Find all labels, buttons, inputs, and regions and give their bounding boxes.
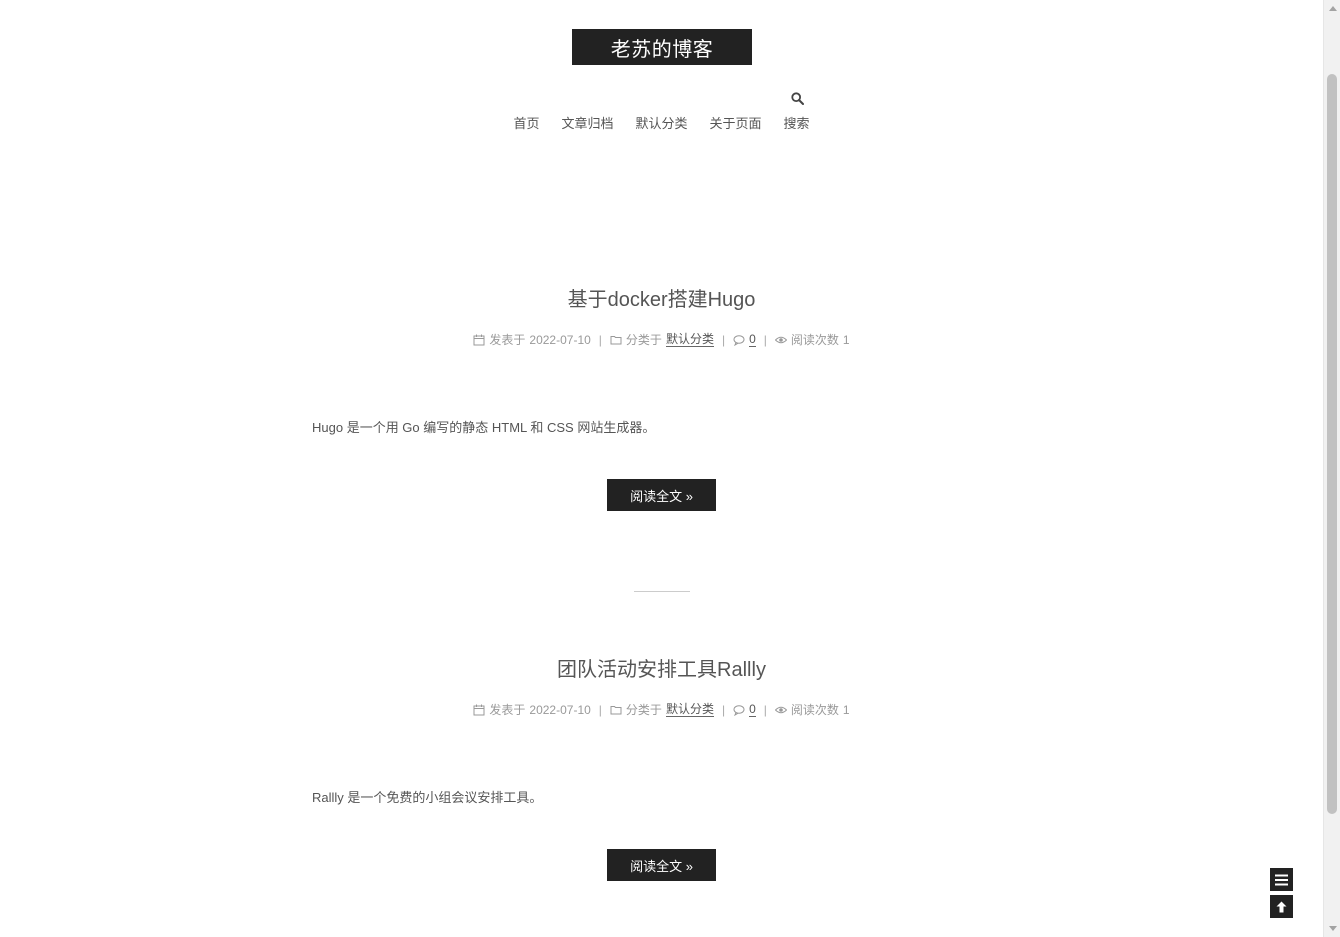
meta-divider: | [721,332,726,347]
post-title[interactable]: 基于docker搭建Hugo [0,283,1323,312]
views-label: 阅读次数 [790,703,839,717]
site-title-text: 老苏的博客 [610,38,714,61]
post-views: 阅读次数 1 [774,331,850,348]
nav-item-search[interactable]: 搜索 [773,116,821,132]
nav-item-category[interactable]: 默认分类 [624,116,698,132]
comment-count-link[interactable]: 0 [749,332,756,347]
category-link[interactable]: 默认分类 [665,332,714,347]
comment-icon [733,704,745,716]
page-scrollbar[interactable] [1323,0,1340,937]
views-count: 1 [842,702,850,717]
post-views: 阅读次数 1 [774,701,850,718]
posted-prefix: 发表于 [489,703,526,717]
menu-icon [1275,874,1288,885]
comment-count-link[interactable]: 0 [749,702,756,717]
scrollbar-thumb[interactable] [1327,74,1337,814]
post-date-value: 2022-07-10 [529,332,591,347]
comment-icon [733,334,745,346]
main-nav: 首页 文章归档 默认分类 关于页面 搜索 [0,116,1323,132]
post-title[interactable]: 团队活动安排工具Rallly [0,653,1323,682]
folder-icon [610,705,622,714]
meta-divider: | [763,702,767,717]
read-more-button[interactable]: 阅读全文 » [607,479,716,511]
eye-icon [774,336,787,343]
meta-divider: | [598,332,602,347]
views-count: 1 [842,332,850,347]
category-prefix: 分类于 [625,333,662,347]
scroll-up-arrow-icon[interactable] [1324,0,1340,17]
nav-item-archives[interactable]: 文章归档 [550,116,624,132]
nav-item-home[interactable]: 首页 [502,116,550,132]
page: 老苏的博客 首页 文章归档 默认分类 关于页面 搜索 基于docker搭建Hug… [0,0,1323,937]
sidebar-toggle-button[interactable] [1270,868,1293,891]
post-comments: 0 [733,332,756,347]
read-more-label: 阅读全文 » [630,488,693,504]
post-category: 分类于 默认分类 [610,701,714,718]
read-more-button[interactable]: 阅读全文 » [607,849,716,881]
post-excerpt: Rallly 是一个免费的小组会议安排工具。 [312,790,543,805]
post-comments: 0 [733,702,756,717]
nav-item-about[interactable]: 关于页面 [699,116,773,132]
folder-icon [610,335,622,344]
meta-divider: | [598,702,602,717]
post-date: 发表于 2022-07-10 [473,331,591,348]
arrow-up-icon [1276,901,1287,912]
post-meta: 发表于 2022-07-10 | 分类于 默认分类 | 0 | 阅读次数 1 [0,701,1323,718]
meta-divider: | [763,332,767,347]
site-title[interactable]: 老苏的博客 [572,29,752,65]
post-date-value: 2022-07-10 [529,702,591,717]
back-to-top-button[interactable] [1270,895,1293,918]
category-link[interactable]: 默认分类 [665,702,714,717]
post-meta: 发表于 2022-07-10 | 分类于 默认分类 | 0 | 阅读次数 1 [0,331,1323,348]
search-icon[interactable] [791,92,804,105]
views-label: 阅读次数 [790,333,839,347]
meta-divider: | [721,702,726,717]
calendar-icon [473,704,485,715]
posted-prefix: 发表于 [489,333,526,347]
calendar-icon [473,334,485,345]
scroll-down-arrow-icon[interactable] [1324,920,1340,937]
eye-icon [774,706,787,713]
post-category: 分类于 默认分类 [610,331,714,348]
post-excerpt: Hugo 是一个用 Go 编写的静态 HTML 和 CSS 网站生成器。 [312,420,656,435]
read-more-label: 阅读全文 » [630,858,693,874]
post-date: 发表于 2022-07-10 [473,701,591,718]
category-prefix: 分类于 [625,703,662,717]
post-divider [634,591,690,592]
